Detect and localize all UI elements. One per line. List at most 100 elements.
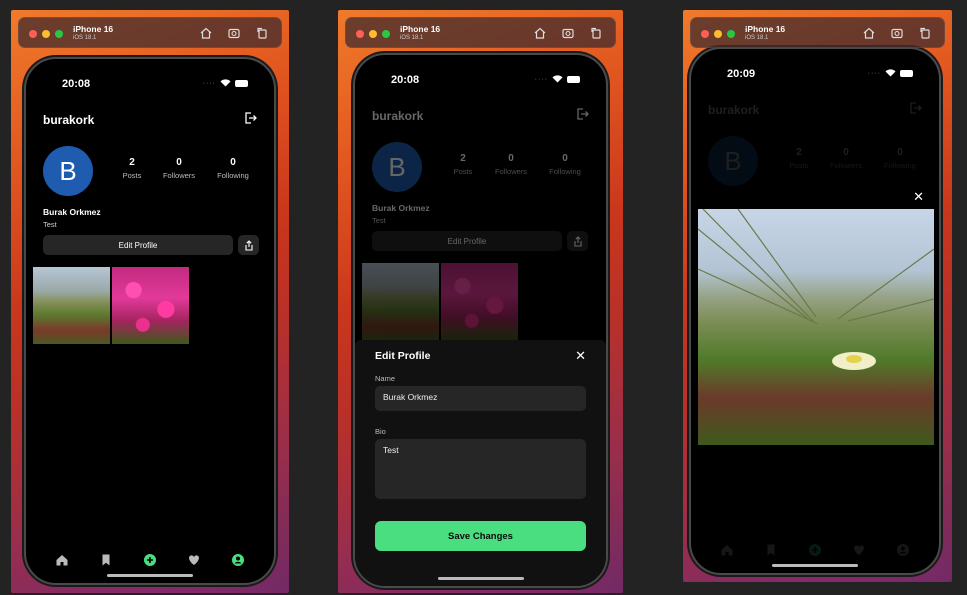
- iphone-frame: 20:08 ···· burakork B 2 Posts 0 Follower…: [353, 53, 608, 588]
- profile-screen-behind-sheet: 20:08 ···· burakork B 2 Posts 0 Follower…: [355, 55, 606, 586]
- profile-username: burakork: [708, 103, 760, 117]
- close-window-button[interactable]: [701, 30, 709, 38]
- bookmark-icon: [767, 544, 775, 556]
- logout-icon: [577, 108, 589, 120]
- simulator-titlebar[interactable]: iPhone 16 iOS 18.1: [690, 17, 945, 48]
- screenshot-icon[interactable]: [561, 26, 575, 40]
- stat-followers[interactable]: 0 Followers: [154, 157, 204, 180]
- battery-icon: [235, 79, 248, 87]
- device-name: iPhone 16: [73, 24, 114, 34]
- logout-icon[interactable]: [243, 111, 257, 125]
- stat-posts: 2 Posts: [453, 153, 473, 176]
- close-icon[interactable]: ✕: [575, 348, 586, 364]
- edit-profile-sheet: Edit Profile ✕ Name Burak Orkmez Bio Tes…: [355, 340, 606, 586]
- iphone-frame: 20:09 ···· burakork B 2 Posts 0 Follower…: [689, 47, 941, 575]
- photo-grass-decoration: [698, 209, 934, 370]
- stat-posts: 2 Posts: [789, 147, 809, 170]
- edit-profile-button[interactable]: Edit Profile: [43, 235, 233, 255]
- photo-viewer-screen: 20:09 ···· burakork B 2 Posts 0 Follower…: [691, 49, 939, 573]
- wifi-icon: [885, 69, 896, 77]
- rotate-icon[interactable]: [255, 26, 269, 40]
- stat-following: 0 Following: [884, 147, 916, 170]
- minimize-window-button[interactable]: [42, 30, 50, 38]
- simulator-titlebar[interactable]: iPhone 16 iOS 18.1: [345, 17, 616, 48]
- close-window-button[interactable]: [356, 30, 364, 38]
- stat-posts[interactable]: 2 Posts: [107, 157, 157, 180]
- status-time: 20:08: [62, 78, 91, 90]
- os-version: iOS 18.1: [400, 35, 424, 41]
- profile-full-name: Burak Orkmez: [43, 207, 101, 217]
- profile-icon[interactable]: [231, 553, 245, 567]
- logout-icon: [910, 102, 922, 114]
- simulator-titlebar[interactable]: iPhone 16 iOS 18.1: [18, 17, 282, 48]
- status-time: 20:08: [391, 74, 420, 86]
- name-field[interactable]: Burak Orkmez: [375, 386, 586, 411]
- profile-screen: 20:08 ···· burakork B 2 Posts 0 Follower…: [26, 59, 274, 583]
- os-version: iOS 18.1: [745, 35, 769, 41]
- minimize-window-button[interactable]: [714, 30, 722, 38]
- tab-bar: [691, 543, 939, 557]
- share-profile-button[interactable]: [238, 235, 259, 255]
- profile-full-name: Burak Orkmez: [372, 203, 430, 213]
- profile-bio: Test: [372, 216, 386, 225]
- profile-username: burakork: [372, 109, 424, 123]
- avatar[interactable]: B: [43, 146, 93, 196]
- home-button-icon[interactable]: [199, 26, 213, 40]
- rotate-icon[interactable]: [589, 26, 603, 40]
- minimize-window-button[interactable]: [369, 30, 377, 38]
- profile-icon: [897, 544, 909, 556]
- zoom-window-button[interactable]: [382, 30, 390, 38]
- screenshot-icon[interactable]: [227, 26, 241, 40]
- add-post-icon[interactable]: [143, 553, 157, 567]
- window-controls: [356, 30, 390, 38]
- close-icon[interactable]: ✕: [913, 189, 924, 205]
- home-indicator[interactable]: [437, 577, 524, 580]
- add-post-icon: [809, 544, 821, 556]
- home-button-icon[interactable]: [862, 26, 876, 40]
- name-label: Name: [375, 374, 396, 383]
- avatar: B: [372, 142, 422, 192]
- signal-icon: ····: [867, 69, 881, 77]
- status-time: 20:09: [727, 68, 756, 80]
- stat-following: 0 Following: [549, 153, 581, 176]
- close-window-button[interactable]: [29, 30, 37, 38]
- stat-following[interactable]: 0 Following: [208, 157, 258, 180]
- iphone-frame: 20:08 ···· burakork B 2 Posts 0 Follower…: [24, 57, 276, 585]
- post-thumbnail[interactable]: [112, 267, 189, 344]
- home-icon[interactable]: [55, 553, 69, 567]
- profile-bio: Test: [43, 220, 57, 229]
- full-size-photo[interactable]: [698, 209, 934, 445]
- rotate-icon[interactable]: [918, 26, 932, 40]
- bookmark-icon[interactable]: [99, 553, 113, 567]
- home-indicator[interactable]: [772, 564, 858, 567]
- os-version: iOS 18.1: [73, 35, 97, 41]
- simulator-window-2: iPhone 16 iOS 18.1 20:08 ···· burakork B…: [338, 10, 623, 593]
- home-button-icon[interactable]: [533, 26, 547, 40]
- edit-profile-button: Edit Profile: [372, 231, 562, 251]
- device-name: iPhone 16: [745, 24, 786, 34]
- share-icon: [244, 239, 253, 251]
- stat-followers: 0 Followers: [494, 153, 528, 176]
- battery-icon: [900, 69, 913, 77]
- signal-icon: ····: [534, 75, 548, 83]
- window-controls: [29, 30, 63, 38]
- tab-bar: [26, 553, 274, 567]
- heart-icon[interactable]: [187, 553, 201, 567]
- battery-icon: [567, 75, 580, 83]
- screenshot-icon[interactable]: [890, 26, 904, 40]
- zoom-window-button[interactable]: [55, 30, 63, 38]
- zoom-window-button[interactable]: [727, 30, 735, 38]
- profile-username: burakork: [43, 113, 95, 127]
- save-changes-button[interactable]: Save Changes: [375, 521, 586, 551]
- sheet-title: Edit Profile: [375, 350, 431, 362]
- heart-icon: [854, 545, 864, 555]
- avatar: B: [708, 136, 758, 186]
- post-thumbnail: [362, 263, 439, 340]
- home-indicator[interactable]: [107, 574, 193, 577]
- simulator-window-3: iPhone 16 iOS 18.1 20:09 ···· burakork B…: [683, 10, 952, 582]
- post-thumbnail[interactable]: [33, 267, 110, 344]
- device-name: iPhone 16: [400, 24, 441, 34]
- signal-icon: ····: [202, 79, 216, 87]
- post-thumbnail: [441, 263, 518, 340]
- bio-field[interactable]: Test: [375, 439, 586, 499]
